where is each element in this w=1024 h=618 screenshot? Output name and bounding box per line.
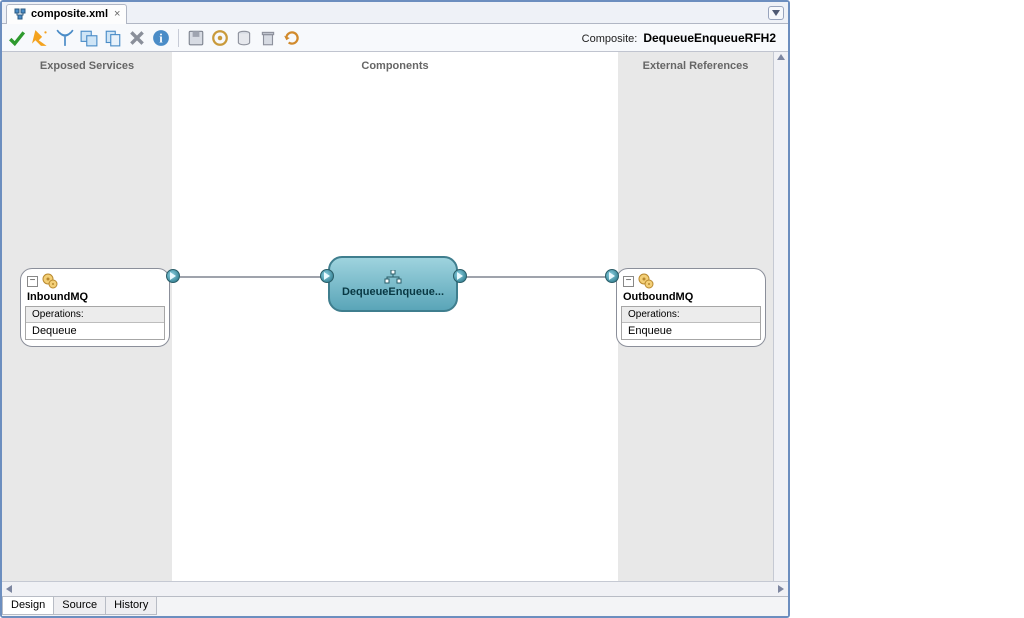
refresh-icon[interactable] xyxy=(283,29,301,47)
reference-outbound-mq[interactable]: − OutboundMQ Operations: Enqueue xyxy=(616,268,766,347)
composite-label: Composite: xyxy=(582,33,638,45)
scroll-up-icon[interactable] xyxy=(777,54,785,60)
deploy-icon[interactable] xyxy=(211,29,229,47)
port-outbound-in[interactable] xyxy=(605,269,619,283)
operations-section: Operations: Dequeue xyxy=(25,306,165,340)
lane-title-components: Components xyxy=(172,60,618,72)
antenna-icon[interactable] xyxy=(56,29,74,47)
lane-title-exposed: Exposed Services xyxy=(2,60,172,72)
file-tab-bar: composite.xml × xyxy=(2,2,788,24)
editor-window: composite.xml × i xyxy=(0,0,790,618)
tab-design[interactable]: Design xyxy=(2,597,54,615)
adapter-gear-icon xyxy=(638,273,654,289)
port-inbound-out[interactable] xyxy=(166,269,180,283)
add-component-icon[interactable] xyxy=(80,29,98,47)
close-tab-icon[interactable]: × xyxy=(114,8,120,20)
operations-label: Operations: xyxy=(26,307,164,323)
file-tab-composite-xml[interactable]: composite.xml × xyxy=(6,4,127,24)
port-component-out[interactable] xyxy=(453,269,467,283)
service-inbound-mq[interactable]: − InboundMQ Operations: Dequeue xyxy=(20,268,170,347)
service-name: InboundMQ xyxy=(25,291,165,306)
scroll-left-icon[interactable] xyxy=(6,585,12,593)
info-icon[interactable]: i xyxy=(152,29,170,47)
operations-section: Operations: Enqueue xyxy=(621,306,761,340)
editor-toolbar: i Composite: DequeueEnqueueRFH2 xyxy=(2,24,788,52)
vertical-scrollbar[interactable] xyxy=(773,52,788,581)
operation-dequeue[interactable]: Dequeue xyxy=(26,323,164,339)
diagram-canvas[interactable]: Exposed Services Components External Ref… xyxy=(2,52,788,581)
bpel-process-icon xyxy=(383,270,403,284)
operations-label: Operations: xyxy=(622,307,760,323)
trash-icon[interactable] xyxy=(259,29,277,47)
copy-icon[interactable] xyxy=(104,29,122,47)
collapse-toggle-icon[interactable]: − xyxy=(27,276,38,287)
component-dequeue-enqueue[interactable]: DequeueEnqueue... xyxy=(328,256,458,312)
component-label: DequeueEnqueue... xyxy=(342,286,444,298)
save-as-icon[interactable] xyxy=(187,29,205,47)
reference-name: OutboundMQ xyxy=(621,291,761,306)
test-icon[interactable] xyxy=(32,29,50,47)
bottom-tab-bar: Design Source History xyxy=(2,596,788,616)
lane-title-external: External References xyxy=(618,60,773,72)
horizontal-scrollbar[interactable] xyxy=(2,581,788,596)
delete-icon[interactable] xyxy=(128,29,146,47)
validate-icon[interactable] xyxy=(8,29,26,47)
tab-history[interactable]: History xyxy=(105,597,157,615)
server-icon[interactable] xyxy=(235,29,253,47)
composite-name: DequeueEnqueueRFH2 xyxy=(643,31,776,45)
adapter-gear-icon xyxy=(42,273,58,289)
scroll-right-icon[interactable] xyxy=(778,585,784,593)
operation-enqueue[interactable]: Enqueue xyxy=(622,323,760,339)
port-component-in[interactable] xyxy=(320,269,334,283)
tab-source[interactable]: Source xyxy=(53,597,106,615)
file-tab-label: composite.xml xyxy=(31,8,108,20)
collapse-toggle-icon[interactable]: − xyxy=(623,276,634,287)
tab-menu-button[interactable] xyxy=(768,6,784,20)
svg-text:i: i xyxy=(159,31,163,45)
lane-components: Components xyxy=(172,52,618,581)
composite-diagram-icon xyxy=(13,7,27,21)
